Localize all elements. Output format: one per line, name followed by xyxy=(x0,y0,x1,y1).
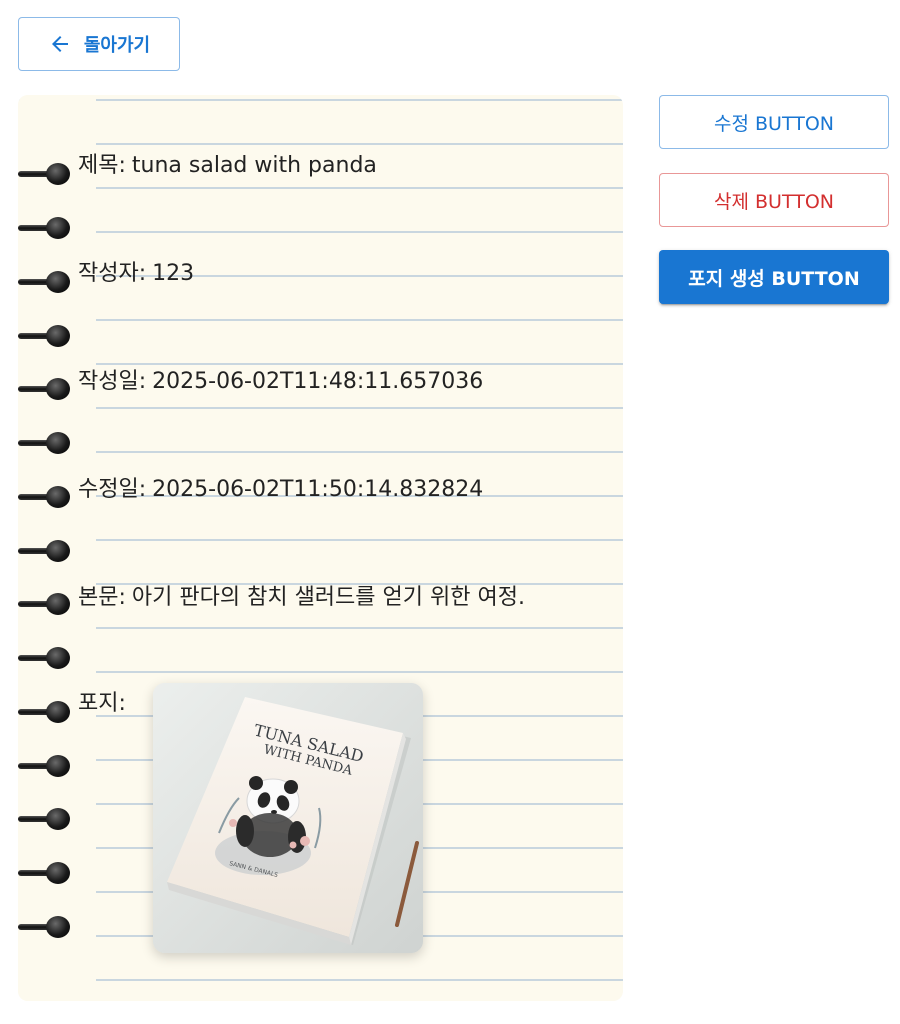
post-title: tuna salad with panda xyxy=(131,153,377,178)
post-author-label: 작성자: xyxy=(78,261,147,286)
spiral-ring-icon xyxy=(18,647,70,669)
post-updated: 2025-06-02T11:50:14.832824 xyxy=(152,477,484,502)
spiral-ring-icon xyxy=(18,593,70,615)
spiral-ring-icon xyxy=(18,163,70,185)
spiral-ring-icon xyxy=(18,540,70,562)
post-body-row: 본문: 아기 판다의 참치 샐러드를 얻기 위한 여정. xyxy=(78,579,525,611)
post-author-row: 작성자: 123 xyxy=(78,255,194,287)
post-created-label: 작성일: xyxy=(78,369,147,394)
generate-cover-button[interactable]: 포지 생성 BUTTON xyxy=(659,250,889,304)
back-button-label: 돌아가기 xyxy=(83,35,151,56)
spiral-ring-icon xyxy=(18,701,70,723)
spiral-ring-icon xyxy=(18,808,70,830)
spiral-ring-icon xyxy=(18,916,70,938)
spiral-ring-icon xyxy=(18,217,70,239)
post-cover-label: 포지: xyxy=(78,691,126,716)
spiral-ring-icon xyxy=(18,862,70,884)
post-cover-row: 포지: xyxy=(78,685,132,717)
spiral-ring-icon xyxy=(18,325,70,347)
post-title-label: 제목: xyxy=(78,153,126,178)
post-title-row: 제목: tuna salad with panda xyxy=(78,147,377,179)
notebook-page: 제목: tuna salad with panda 작성자: 123 작성일: 202… xyxy=(18,95,623,1001)
spiral-ring-icon xyxy=(18,271,70,293)
post-body-label: 본문: xyxy=(78,585,126,610)
post-created-row: 작성일: 2025-06-02T11:48:11.657036 xyxy=(78,363,483,395)
edit-button[interactable]: 수정 BUTTON xyxy=(659,95,889,149)
delete-button[interactable]: 삭제 BUTTON xyxy=(659,173,889,227)
cover-image: TUNA SALAD WITH PANDA SANN & DANALS xyxy=(153,683,423,953)
post-updated-label: 수정일: xyxy=(78,477,147,502)
spiral-ring-icon xyxy=(18,486,70,508)
post-updated-row: 수정일: 2025-06-02T11:50:14.832824 xyxy=(78,471,483,503)
post-author: 123 xyxy=(152,261,195,286)
arrow-left-icon xyxy=(51,36,68,52)
spiral-ring-icon xyxy=(18,755,70,777)
post-body: 아기 판다의 참치 샐러드를 얻기 위한 여정. xyxy=(131,585,525,610)
spiral-ring-icon xyxy=(18,432,70,454)
post-created: 2025-06-02T11:48:11.657036 xyxy=(152,369,484,394)
spiral-ring-icon xyxy=(18,378,70,400)
back-button[interactable]: 돌아가기 xyxy=(18,17,180,71)
